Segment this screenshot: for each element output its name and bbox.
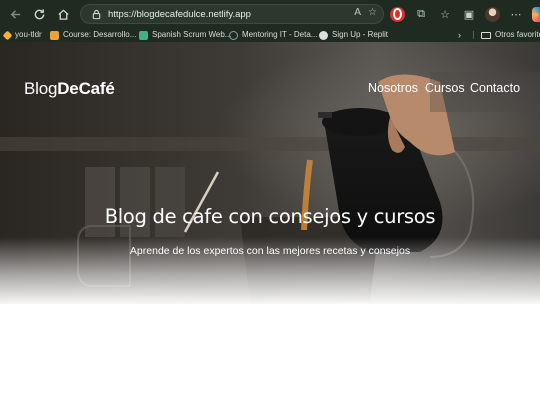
collections-icon[interactable]: ▣ (461, 6, 477, 22)
favorite-star-icon[interactable]: ☆ (368, 7, 377, 18)
bookmark-mentoring-it[interactable]: Mentoring IT - Deta... (229, 28, 317, 42)
back-icon[interactable] (4, 3, 26, 25)
favorites-icon[interactable]: ☆ (437, 6, 453, 22)
other-favorites-folder[interactable]: Otros favoritos (481, 28, 540, 42)
site-logo[interactable]: BlogDeCafé (24, 79, 115, 99)
web-page: BlogDeCafé Nosotros Cursos Contacto Blog… (0, 42, 540, 400)
bookmarks-bar: you-tldr Course: Desarrollo... Spanish S… (0, 28, 540, 42)
read-aloud-icon[interactable]: A (354, 7, 361, 18)
profile-avatar-icon[interactable] (485, 6, 500, 22)
refresh-icon[interactable] (28, 3, 50, 25)
browser-toolbar: https://blogdecafedulce.netlify.app A ☆ … (0, 0, 540, 28)
bookmark-favicon-icon (319, 30, 328, 40)
hero-section: BlogDeCafé Nosotros Cursos Contacto Blog… (0, 42, 540, 304)
nav-link-contacto[interactable]: Contacto (470, 81, 520, 95)
address-bar[interactable]: https://blogdecafedulce.netlify.app A ☆ (80, 4, 384, 24)
lock-icon[interactable] (87, 5, 105, 23)
nav-link-cursos[interactable]: Cursos (425, 81, 465, 95)
extensions-puzzle-icon[interactable]: ⧉ (413, 6, 429, 22)
bookmark-favicon-icon (229, 30, 238, 40)
home-icon[interactable] (52, 3, 74, 25)
bookmark-spanish-scrum[interactable]: Spanish Scrum Web... (139, 28, 231, 42)
chevron-right-icon[interactable]: › (458, 28, 461, 42)
nav-link-nosotros[interactable]: Nosotros (368, 81, 418, 95)
bookmark-favicon-icon (50, 30, 59, 40)
url-text[interactable]: https://blogdecafedulce.netlify.app (108, 9, 251, 20)
bookmark-replit[interactable]: Sign Up - Replit (319, 28, 388, 42)
more-menu-icon[interactable]: ⋯ (508, 6, 524, 22)
bookmarks-divider (473, 31, 474, 39)
hero-subtitle: Aprende de los expertos con las mejores … (129, 245, 411, 257)
extensions-area: ⧉ ☆ ▣ ⋯ (390, 4, 540, 24)
folder-icon (481, 31, 491, 39)
hero-title: Blog de cafe con consejos y cursos (104, 205, 436, 228)
copilot-icon[interactable] (532, 6, 540, 22)
bookmark-favicon-icon (139, 30, 148, 40)
bookmark-favicon-icon (2, 30, 13, 40)
bookmark-you-tldr[interactable]: you-tldr (2, 28, 42, 42)
bookmark-course[interactable]: Course: Desarrollo... (50, 28, 136, 42)
opera-extension-icon[interactable] (390, 6, 405, 22)
